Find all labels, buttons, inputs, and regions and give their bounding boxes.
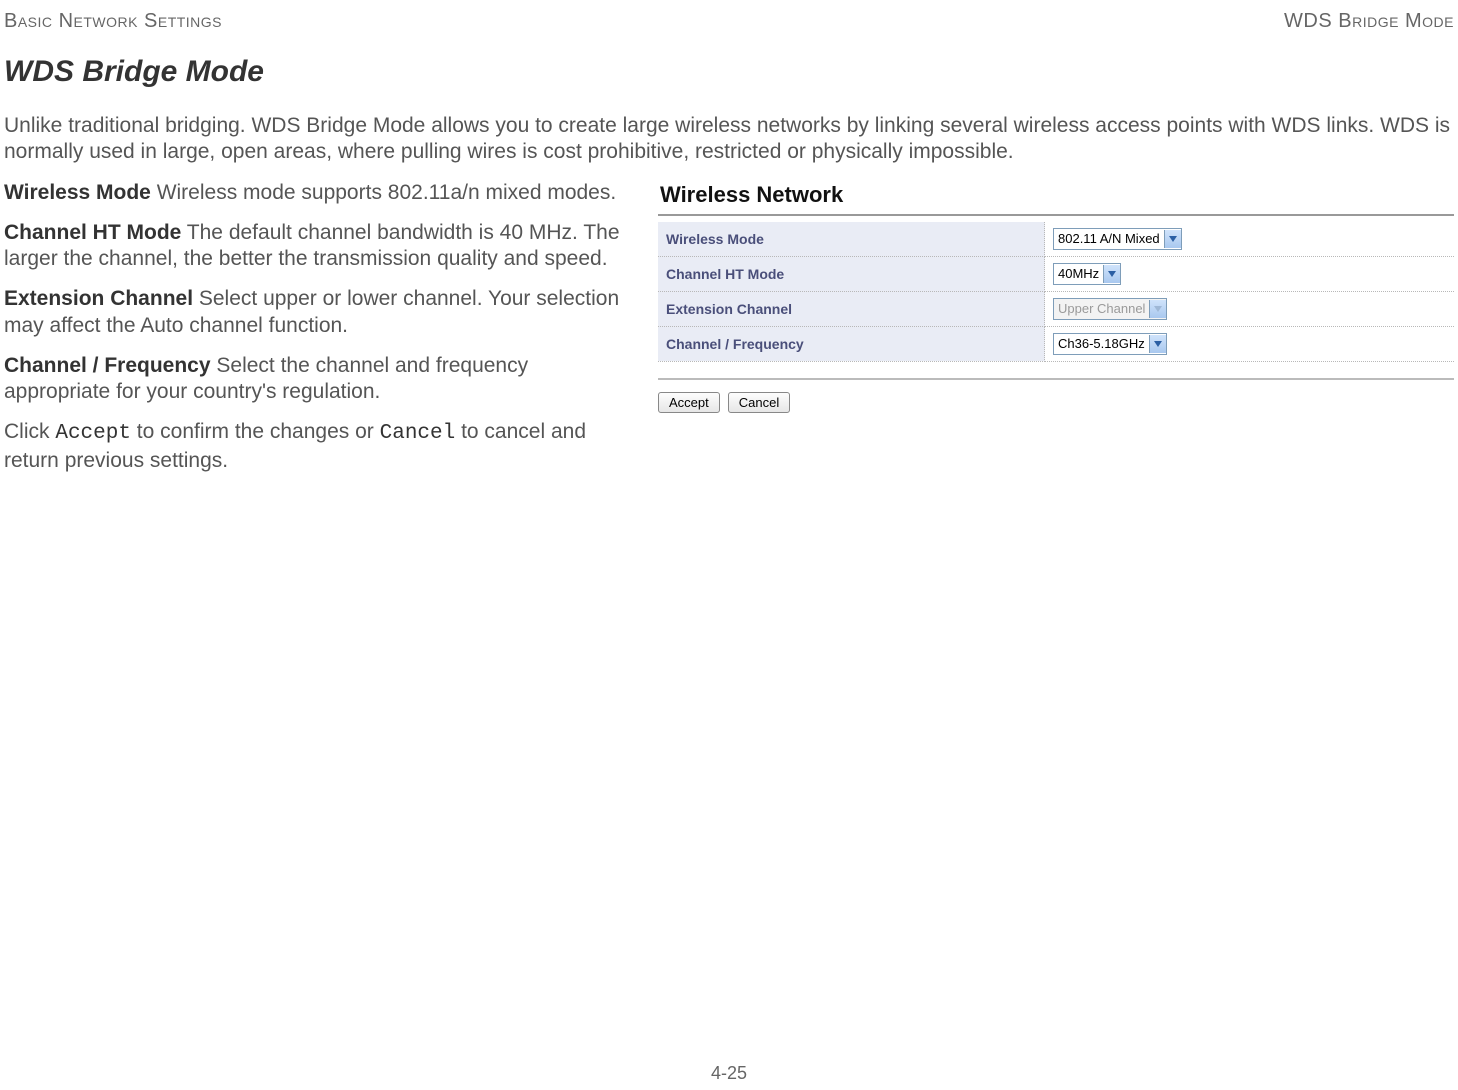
channel-frequency-select-value: Ch36-5.18GHz — [1058, 336, 1145, 351]
click-instruction-paragraph: Click Accept to confirm the changes or C… — [4, 419, 640, 474]
page-content: WDS Bridge Mode Unlike traditional bridg… — [4, 55, 1454, 488]
cell-extension-channel-value: Upper Channel — [1045, 291, 1455, 326]
wireless-network-panel: Wireless Network Wireless Mode 802.11 A/… — [658, 180, 1454, 413]
extension-channel-select-value: Upper Channel — [1058, 301, 1145, 316]
row-channel-frequency: Channel / Frequency Ch36-5.18GHz — [658, 326, 1454, 361]
wireless-mode-select-value: 802.11 A/N Mixed — [1058, 231, 1160, 246]
channel-frequency-paragraph: Channel / Frequency Select the channel a… — [4, 353, 640, 406]
channel-ht-mode-label: Channel HT Mode — [4, 221, 181, 244]
channel-ht-mode-select-value: 40MHz — [1058, 266, 1099, 281]
chevron-down-icon — [1103, 265, 1120, 283]
wireless-mode-paragraph: Wireless Mode Wireless mode supports 802… — [4, 180, 640, 206]
extension-channel-label: Extension Channel — [4, 287, 193, 310]
two-column-layout: Wireless Mode Wireless mode supports 802… — [4, 180, 1454, 488]
channel-frequency-select[interactable]: Ch36-5.18GHz — [1053, 333, 1167, 355]
wireless-mode-text: Wireless mode supports 802.11a/n mixed m… — [151, 181, 616, 204]
channel-ht-mode-paragraph: Channel HT Mode The default channel band… — [4, 220, 640, 273]
chevron-down-icon — [1149, 300, 1166, 318]
chevron-down-icon — [1149, 335, 1166, 353]
click-pre: Click — [4, 420, 55, 443]
intro-paragraph: Unlike traditional bridging. WDS Bridge … — [4, 113, 1454, 166]
panel-title: Wireless Network — [658, 180, 1454, 216]
cell-extension-channel-label: Extension Channel — [658, 291, 1045, 326]
cancel-button[interactable]: Cancel — [728, 392, 790, 413]
extension-channel-select[interactable]: Upper Channel — [1053, 298, 1167, 320]
row-channel-ht-mode: Channel HT Mode 40MHz — [658, 256, 1454, 291]
button-row: Accept Cancel — [658, 378, 1454, 413]
wireless-mode-label: Wireless Mode — [4, 181, 151, 204]
screenshot-column: Wireless Network Wireless Mode 802.11 A/… — [658, 180, 1454, 413]
channel-ht-mode-select[interactable]: 40MHz — [1053, 263, 1121, 285]
row-extension-channel: Extension Channel Upper Channel — [658, 291, 1454, 326]
running-header-left: Basic Network Settings — [4, 10, 222, 33]
chevron-down-icon — [1164, 230, 1181, 248]
page-number: 4-25 — [0, 1063, 1458, 1084]
cell-channel-ht-mode-value: 40MHz — [1045, 256, 1455, 291]
extension-channel-paragraph: Extension Channel Select upper or lower … — [4, 286, 640, 339]
cell-wireless-mode-label: Wireless Mode — [658, 222, 1045, 257]
click-cancel-mono: Cancel — [380, 422, 456, 445]
click-mid: to confirm the changes or — [131, 420, 380, 443]
cell-channel-frequency-label: Channel / Frequency — [658, 326, 1045, 361]
cell-channel-ht-mode-label: Channel HT Mode — [658, 256, 1045, 291]
running-header-right: WDS Bridge Mode — [1284, 10, 1454, 33]
description-column: Wireless Mode Wireless mode supports 802… — [4, 180, 640, 488]
channel-frequency-label: Channel / Frequency — [4, 354, 211, 377]
settings-table: Wireless Mode 802.11 A/N Mixed Channel H… — [658, 222, 1454, 362]
row-wireless-mode: Wireless Mode 802.11 A/N Mixed — [658, 222, 1454, 257]
accept-button[interactable]: Accept — [658, 392, 720, 413]
cell-wireless-mode-value: 802.11 A/N Mixed — [1045, 222, 1455, 257]
cell-channel-frequency-value: Ch36-5.18GHz — [1045, 326, 1455, 361]
click-accept-mono: Accept — [55, 422, 131, 445]
page-title: WDS Bridge Mode — [4, 55, 1454, 89]
wireless-mode-select[interactable]: 802.11 A/N Mixed — [1053, 228, 1182, 250]
